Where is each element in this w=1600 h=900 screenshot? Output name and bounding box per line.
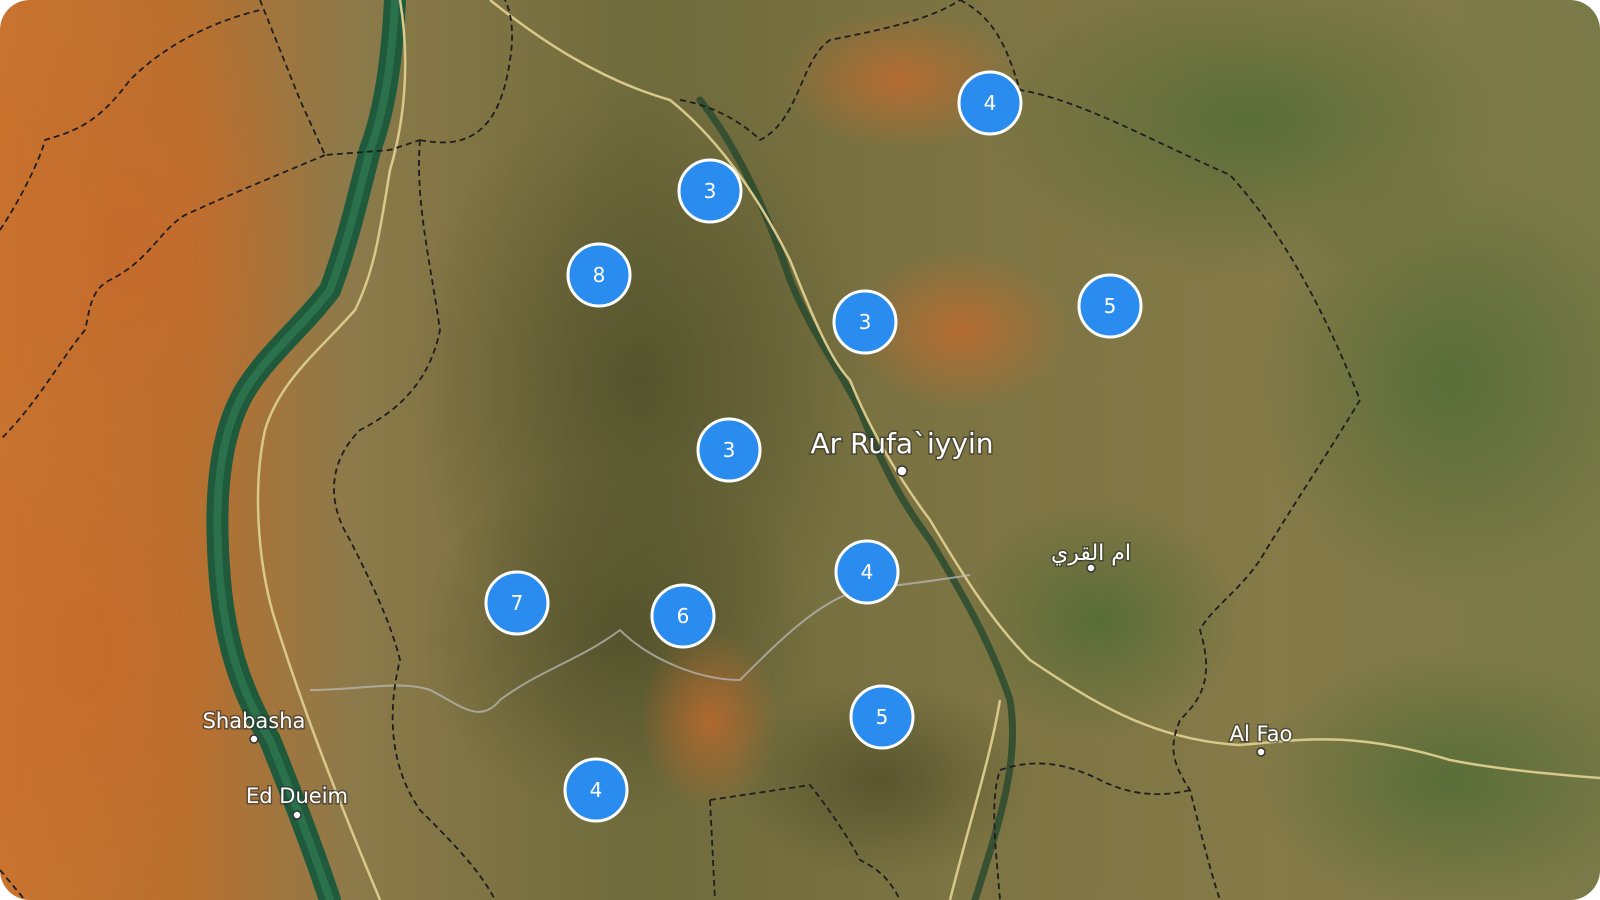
cluster-marker[interactable]: 6 (650, 583, 716, 649)
cluster-count: 4 (590, 778, 603, 802)
cluster-marker[interactable]: 3 (696, 417, 762, 483)
cluster-count: 3 (704, 179, 717, 203)
cluster-count: 8 (593, 263, 606, 287)
place-dot (249, 734, 259, 744)
cluster-marker[interactable]: 5 (849, 684, 915, 750)
cluster-marker[interactable]: 4 (563, 757, 629, 823)
place-label-umm-al-qura: ام القري (1051, 541, 1131, 566)
place-label-ed-dueim: Ed Dueim (246, 784, 348, 808)
place-dot (896, 465, 908, 477)
cluster-count: 7 (511, 591, 524, 615)
cluster-marker[interactable]: 8 (566, 242, 632, 308)
place-dot (1256, 747, 1266, 757)
cluster-count: 4 (861, 560, 874, 584)
map-view[interactable]: Ar Rufa`iyyin ام القري Shabasha Ed Dueim… (0, 0, 1600, 900)
cluster-marker[interactable]: 3 (832, 289, 898, 355)
cluster-count: 5 (1104, 294, 1117, 318)
cluster-marker[interactable]: 4 (957, 70, 1023, 136)
cluster-marker[interactable]: 5 (1077, 273, 1143, 339)
cluster-count: 3 (723, 438, 736, 462)
cluster-marker[interactable]: 7 (484, 570, 550, 636)
place-label-al-fao: Al Fao (1230, 722, 1293, 746)
cluster-count: 4 (984, 91, 997, 115)
cluster-count: 5 (876, 705, 889, 729)
cluster-count: 6 (677, 604, 690, 628)
place-dot (292, 810, 302, 820)
place-label-shabasha: Shabasha (203, 709, 306, 733)
cluster-count: 3 (859, 310, 872, 334)
map-canvas[interactable]: Ar Rufa`iyyin ام القري Shabasha Ed Dueim… (0, 0, 1600, 900)
cluster-marker[interactable]: 4 (834, 539, 900, 605)
place-label-ar-rufaiyyin: Ar Rufa`iyyin (811, 427, 994, 460)
cluster-marker[interactable]: 3 (677, 158, 743, 224)
